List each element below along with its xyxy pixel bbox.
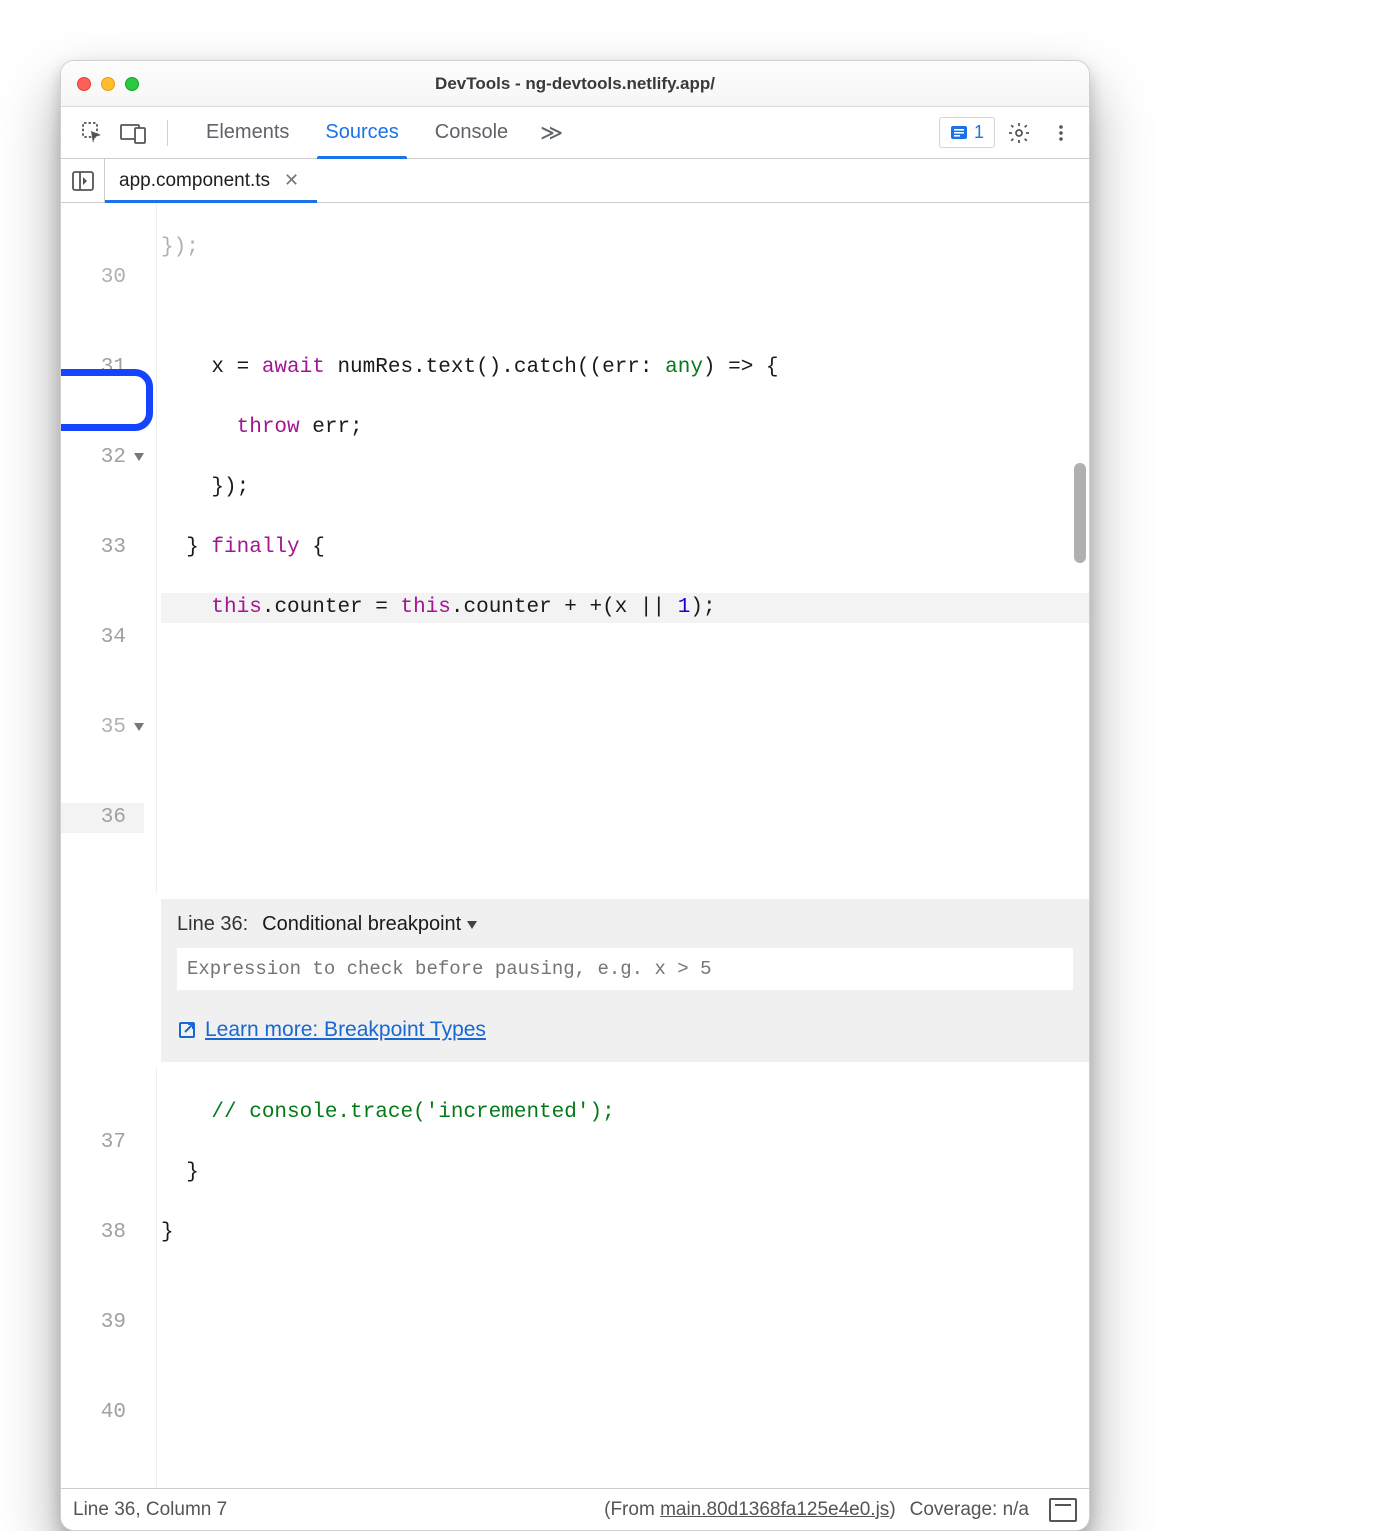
vertical-scrollbar[interactable] [1074, 463, 1086, 563]
code-text: numRes.text().catch((err: [325, 356, 665, 379]
code-text: any [665, 356, 703, 379]
issues-count: 1 [974, 122, 984, 143]
line-number[interactable]: 34 [61, 623, 144, 653]
breakpoint-line-label: Line 36: [177, 913, 248, 936]
toolbar-divider [167, 120, 168, 146]
code-text: throw [237, 416, 300, 439]
maximize-window-button[interactable] [125, 77, 139, 91]
kebab-menu-icon[interactable] [1043, 115, 1079, 151]
issues-icon [950, 124, 968, 142]
navigator-toggle-icon[interactable] [61, 159, 105, 202]
inspect-element-icon[interactable] [75, 115, 111, 151]
issues-button[interactable]: 1 [939, 117, 995, 148]
titlebar: DevTools - ng-devtools.netlify.app/ [61, 61, 1089, 107]
code-text: err; [300, 416, 363, 439]
breakpoint-expression-input[interactable] [177, 948, 1073, 990]
code-text: 1 [678, 596, 691, 619]
code-text [161, 1278, 1089, 1308]
breakpoint-editor-panel: Line 36: Conditional breakpoint Learn mo… [161, 899, 1089, 1062]
more-tabs-button[interactable]: ≫ [526, 107, 577, 158]
source-map-file-link[interactable]: main.80d1368fa125e4e0.js [660, 1499, 889, 1520]
learn-more-text: Learn more: Breakpoint Types [205, 1018, 486, 1042]
code-text: this [400, 596, 450, 619]
minimize-window-button[interactable] [101, 77, 115, 91]
coverage-status: Coverage: n/a [910, 1499, 1029, 1521]
code-editor: 30 31 32 33 34 35 36 }); x = await numRe… [61, 203, 1089, 893]
code-text: } [161, 536, 211, 559]
code-text: await [262, 356, 325, 379]
traffic-lights [61, 77, 139, 91]
code-text: }); [161, 236, 199, 259]
line-gutter[interactable]: 37 38 39 40 [61, 1068, 157, 1488]
code-editor-continued: 37 38 39 40 // console.trace('incremente… [61, 1068, 1089, 1488]
tab-console[interactable]: Console [417, 107, 526, 158]
drawer-toggle-icon[interactable] [1049, 1498, 1077, 1522]
tab-sources[interactable]: Sources [307, 107, 416, 158]
code-text: } [161, 1158, 1089, 1188]
status-bar: Line 36, Column 7 (From main.80d1368fa12… [61, 1488, 1089, 1530]
code-text: finally [211, 536, 299, 559]
code-text: .counter = [262, 596, 401, 619]
line-gutter[interactable]: 30 31 32 33 34 35 36 [61, 203, 157, 893]
settings-icon[interactable] [1001, 115, 1037, 151]
code-text [161, 293, 1089, 323]
cursor-position: Line 36, Column 7 [73, 1499, 227, 1521]
code-text: { [300, 536, 325, 559]
code-text: // console.trace('incremented'); [161, 1101, 615, 1124]
line-number[interactable]: 35 [61, 713, 144, 743]
devtools-window: DevTools - ng-devtools.netlify.app/ Elem… [60, 60, 1090, 1531]
breakpoint-type-dropdown[interactable]: Conditional breakpoint [262, 913, 477, 936]
line-number[interactable]: 40 [61, 1398, 144, 1428]
window-title: DevTools - ng-devtools.netlify.app/ [61, 74, 1089, 94]
line-number[interactable]: 32 [61, 443, 144, 473]
close-tab-icon[interactable]: ✕ [280, 170, 303, 191]
code-text: ); [690, 596, 715, 619]
code-content[interactable]: // console.trace('incremented'); } } [157, 1068, 1089, 1488]
line-number[interactable]: 38 [61, 1218, 144, 1248]
source-map-from: (From main.80d1368fa125e4e0.js) [604, 1499, 896, 1521]
code-text: ) => { [703, 356, 779, 379]
line-number[interactable]: 37 [61, 1128, 144, 1158]
main-toolbar: Elements Sources Console ≫ 1 [61, 107, 1089, 159]
file-tab-app-component[interactable]: app.component.ts ✕ [105, 159, 317, 202]
code-text: x = [161, 356, 262, 379]
external-link-icon [177, 1020, 197, 1040]
file-tab-label: app.component.ts [119, 170, 270, 192]
learn-more-link[interactable]: Learn more: Breakpoint Types [177, 1018, 486, 1042]
device-toolbar-icon[interactable] [115, 115, 151, 151]
code-content[interactable]: }); x = await numRes.text().catch((err: … [157, 203, 1089, 893]
line-number[interactable]: 31 [61, 353, 144, 383]
code-text: }); [161, 473, 1089, 503]
close-window-button[interactable] [77, 77, 91, 91]
code-text: } [161, 1218, 1089, 1248]
tab-elements[interactable]: Elements [188, 107, 307, 158]
code-text [161, 596, 211, 619]
line-number[interactable]: 36 [61, 803, 144, 833]
code-text: this [211, 596, 261, 619]
line-number[interactable]: 33 [61, 533, 144, 563]
code-text: .counter + +(x || [451, 596, 678, 619]
file-tab-bar: app.component.ts ✕ [61, 159, 1089, 203]
panel-tabs: Elements Sources Console ≫ [188, 107, 577, 158]
line-number[interactable]: 30 [61, 263, 144, 293]
line-number[interactable]: 39 [61, 1308, 144, 1338]
